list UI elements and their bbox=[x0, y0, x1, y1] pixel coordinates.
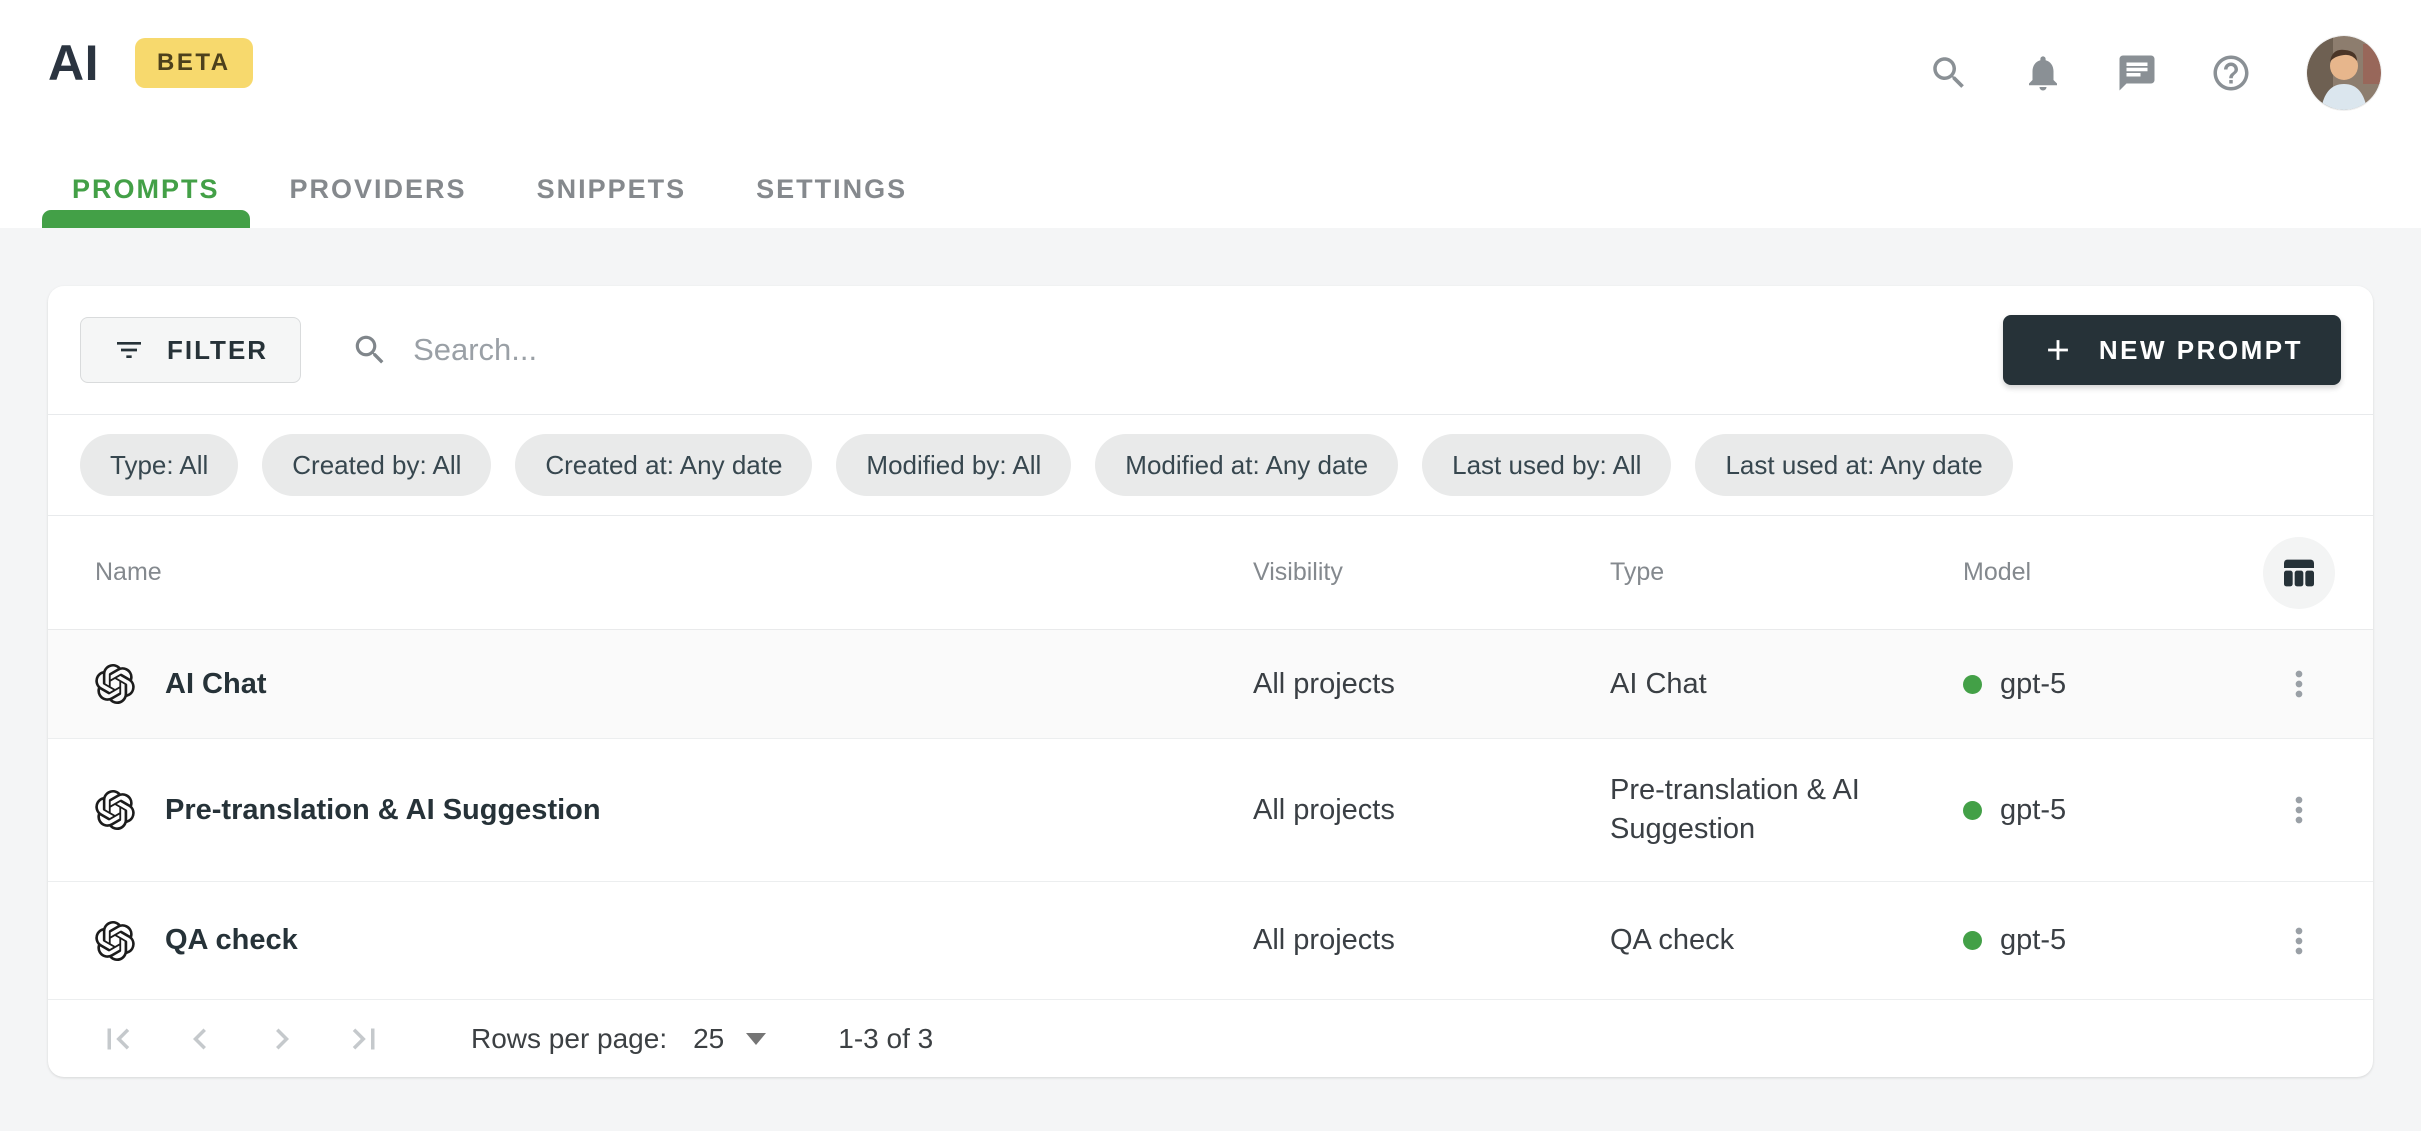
chip-modified-by[interactable]: Modified by: All bbox=[836, 434, 1071, 496]
table-row[interactable]: QA check All projects QA check gpt-5 bbox=[48, 882, 2373, 1000]
table-row[interactable]: Pre-translation & AI Suggestion All proj… bbox=[48, 739, 2373, 882]
chevron-left-icon bbox=[179, 1018, 221, 1060]
brand: AI BETA bbox=[48, 34, 253, 92]
app-logo: AI bbox=[48, 34, 99, 92]
pagination-bar: Rows per page: 25 1-3 of 3 bbox=[48, 1000, 2373, 1077]
search-icon[interactable] bbox=[1925, 49, 1973, 97]
row-menu-button[interactable] bbox=[2271, 782, 2327, 838]
visibility-cell: All projects bbox=[1253, 794, 1610, 827]
filter-icon bbox=[113, 334, 145, 366]
prompt-name: QA check bbox=[165, 924, 298, 957]
kebab-icon bbox=[2279, 790, 2319, 830]
top-actions bbox=[1925, 36, 2381, 110]
top-bar: AI BETA bbox=[0, 0, 2421, 228]
type-cell: QA check bbox=[1610, 921, 1963, 960]
prompt-name: AI Chat bbox=[165, 668, 267, 701]
previous-page-button[interactable] bbox=[177, 1016, 223, 1062]
chip-created-by[interactable]: Created by: All bbox=[262, 434, 491, 496]
filter-button-label: FILTER bbox=[167, 335, 268, 366]
filter-button[interactable]: FILTER bbox=[80, 317, 301, 383]
rows-per-page-label: Rows per page: bbox=[471, 1023, 667, 1055]
chip-last-used-by[interactable]: Last used by: All bbox=[1422, 434, 1671, 496]
tab-bar: PROMPTS PROVIDERS SNIPPETS SETTINGS bbox=[42, 150, 937, 228]
openai-icon bbox=[95, 790, 135, 830]
model-status-dot bbox=[1963, 801, 1982, 820]
row-menu-button[interactable] bbox=[2271, 656, 2327, 712]
model-name: gpt-5 bbox=[2000, 794, 2066, 827]
table-columns-icon bbox=[2279, 553, 2319, 593]
pagination-range: 1-3 of 3 bbox=[838, 1023, 933, 1055]
tab-settings[interactable]: SETTINGS bbox=[726, 150, 937, 228]
row-menu-button[interactable] bbox=[2271, 913, 2327, 969]
filter-chips-row: Type: All Created by: All Created at: An… bbox=[48, 415, 2373, 515]
column-header-type: Type bbox=[1610, 553, 1963, 592]
plus-icon bbox=[2041, 333, 2075, 367]
column-picker-button[interactable] bbox=[2263, 537, 2335, 609]
visibility-cell: All projects bbox=[1253, 924, 1610, 957]
openai-icon bbox=[95, 921, 135, 961]
last-page-button[interactable] bbox=[341, 1016, 387, 1062]
chip-type[interactable]: Type: All bbox=[80, 434, 238, 496]
chevron-right-icon bbox=[261, 1018, 303, 1060]
chip-last-used-at[interactable]: Last used at: Any date bbox=[1695, 434, 2012, 496]
column-header-name: Name bbox=[48, 558, 1253, 587]
tab-snippets[interactable]: SNIPPETS bbox=[507, 150, 717, 228]
chip-modified-at[interactable]: Modified at: Any date bbox=[1095, 434, 1398, 496]
last-page-icon bbox=[343, 1018, 385, 1060]
table-row[interactable]: AI Chat All projects AI Chat gpt-5 bbox=[48, 630, 2373, 739]
model-status-dot bbox=[1963, 675, 1982, 694]
type-cell: AI Chat bbox=[1610, 665, 1963, 704]
chat-icon[interactable] bbox=[2113, 49, 2161, 97]
caret-down-icon bbox=[746, 1033, 766, 1045]
prompts-card: FILTER NEW PROMPT Type: All Created by: … bbox=[48, 286, 2373, 1077]
help-icon[interactable] bbox=[2207, 49, 2255, 97]
model-name: gpt-5 bbox=[2000, 924, 2066, 957]
column-header-model: Model bbox=[1963, 558, 2225, 587]
user-avatar[interactable] bbox=[2307, 36, 2381, 110]
toolbar: FILTER NEW PROMPT bbox=[48, 286, 2373, 414]
search-box bbox=[351, 331, 2003, 369]
table-header: Name Visibility Type Model bbox=[48, 516, 2373, 630]
model-status-dot bbox=[1963, 931, 1982, 950]
tab-prompts[interactable]: PROMPTS bbox=[42, 150, 250, 228]
search-icon bbox=[351, 331, 389, 369]
kebab-icon bbox=[2279, 664, 2319, 704]
rows-per-page-value: 25 bbox=[693, 1023, 724, 1055]
bell-icon[interactable] bbox=[2019, 49, 2067, 97]
column-header-visibility: Visibility bbox=[1253, 558, 1610, 587]
search-input[interactable] bbox=[413, 332, 1313, 368]
new-prompt-label: NEW PROMPT bbox=[2099, 335, 2303, 366]
prompt-name: Pre-translation & AI Suggestion bbox=[165, 794, 601, 827]
openai-icon bbox=[95, 664, 135, 704]
type-cell: Pre-translation & AI Suggestion bbox=[1610, 771, 1963, 849]
model-name: gpt-5 bbox=[2000, 668, 2066, 701]
kebab-icon bbox=[2279, 921, 2319, 961]
beta-badge: BETA bbox=[135, 38, 253, 88]
chip-created-at[interactable]: Created at: Any date bbox=[515, 434, 812, 496]
first-page-button[interactable] bbox=[95, 1016, 141, 1062]
first-page-icon bbox=[97, 1018, 139, 1060]
next-page-button[interactable] bbox=[259, 1016, 305, 1062]
rows-per-page-select[interactable]: 25 bbox=[693, 1023, 766, 1055]
new-prompt-button[interactable]: NEW PROMPT bbox=[2003, 315, 2341, 385]
tab-providers[interactable]: PROVIDERS bbox=[260, 150, 497, 228]
visibility-cell: All projects bbox=[1253, 668, 1610, 701]
